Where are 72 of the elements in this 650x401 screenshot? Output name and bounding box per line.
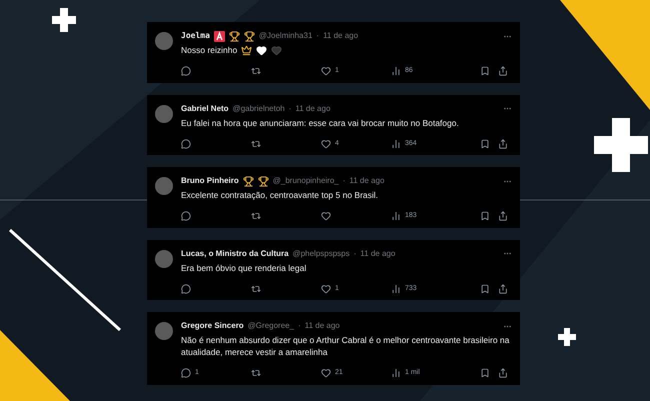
- like-icon[interactable]: [321, 66, 331, 76]
- tweet-text: Não é nenhum absurdo dizer que o Arthur Cabral é o melhor centroavante brasileiro na atualidade, merece vestir a amarelinha: [181, 334, 510, 358]
- user-handle: @Joelminha31: [258, 30, 312, 42]
- separator-dot: ·: [354, 248, 356, 260]
- letter-badge-icon: [214, 30, 225, 42]
- like-icon[interactable]: [321, 368, 331, 378]
- trophy-icon: [228, 30, 240, 42]
- plus-icon: [52, 8, 76, 32]
- avatar: [155, 104, 173, 122]
- bookmark-icon[interactable]: [480, 211, 490, 222]
- tweet-time: 11 de ago: [304, 320, 340, 332]
- tweet-time: 11 de ago: [295, 102, 330, 114]
- views-icon[interactable]: [391, 138, 401, 149]
- bookmark-icon[interactable]: [480, 284, 490, 294]
- repost-icon[interactable]: [251, 211, 261, 222]
- user-name: Lucas, o Ministro da Cultura: [181, 248, 289, 260]
- share-icon[interactable]: [498, 284, 508, 294]
- bookmark-icon[interactable]: [480, 66, 490, 76]
- bookmark-icon[interactable]: [480, 138, 490, 149]
- reply-icon[interactable]: [181, 66, 191, 76]
- reply-icon[interactable]: [181, 211, 191, 222]
- tweet-time: 11 de ago: [360, 248, 396, 260]
- trophy-icon: [242, 176, 254, 186]
- avatar: [155, 250, 173, 268]
- heart-icon: [271, 44, 282, 56]
- separator-dot: ·: [288, 102, 292, 114]
- separator-dot: ·: [298, 320, 301, 332]
- user-name: Bruno Pinheiro: [181, 175, 239, 187]
- share-icon[interactable]: [498, 211, 508, 222]
- tweet-text: Excelente contratação, centroavante top 5 no Brasil.: [181, 189, 378, 201]
- tweet-text: Eu falei na hora que anunciaram: esse cara vai brocar muito no Botafogo.: [181, 116, 459, 128]
- bookmark-icon[interactable]: [480, 368, 490, 378]
- plus-icon: [594, 118, 648, 172]
- user-handle: @Gregoree_: [248, 320, 294, 332]
- views-icon[interactable]: [391, 368, 401, 378]
- user-handle: @gabrielnetoh: [232, 102, 285, 114]
- share-icon[interactable]: [498, 138, 508, 149]
- avatar: [155, 32, 173, 50]
- like-icon[interactable]: [321, 138, 331, 149]
- user-handle: @_brunopinheiro_: [272, 175, 339, 187]
- share-icon[interactable]: [498, 368, 508, 378]
- trophy-icon: [258, 176, 269, 186]
- tweet-text: Era bem óbvio que renderia legal: [181, 262, 306, 274]
- repost-icon[interactable]: [251, 368, 261, 378]
- reply-icon[interactable]: [181, 138, 191, 149]
- avatar: [155, 177, 173, 195]
- views-icon[interactable]: [391, 284, 401, 294]
- separator-dot: ·: [342, 175, 346, 187]
- tweet-time: 11 de ago: [323, 30, 358, 42]
- tweet-time: 11 de ago: [349, 175, 384, 187]
- reply-icon[interactable]: [181, 284, 191, 294]
- user-name: Gabriel Neto: [181, 102, 229, 114]
- crown-icon: [241, 44, 252, 56]
- avatar: [155, 322, 173, 340]
- share-icon[interactable]: [498, 66, 508, 76]
- user-handle: @phelpspspsps: [292, 248, 350, 260]
- repost-icon[interactable]: [251, 284, 261, 294]
- reply-icon[interactable]: [181, 368, 191, 378]
- repost-icon[interactable]: [251, 138, 261, 149]
- repost-icon[interactable]: [251, 66, 261, 76]
- views-icon[interactable]: [391, 211, 401, 222]
- stripe-shape: [0, 330, 70, 401]
- plus-icon: [558, 328, 576, 346]
- like-icon[interactable]: [321, 284, 331, 294]
- like-icon[interactable]: [321, 211, 331, 222]
- views-icon[interactable]: [391, 66, 401, 76]
- trophy-icon: [244, 30, 255, 42]
- separator-dot: ·: [316, 30, 320, 42]
- user-name: Gregore Sincero: [181, 320, 244, 332]
- user-name: Joelma: [181, 30, 210, 42]
- heart-icon: [256, 44, 268, 56]
- tweet-text: Nosso reizinho: [181, 44, 238, 56]
